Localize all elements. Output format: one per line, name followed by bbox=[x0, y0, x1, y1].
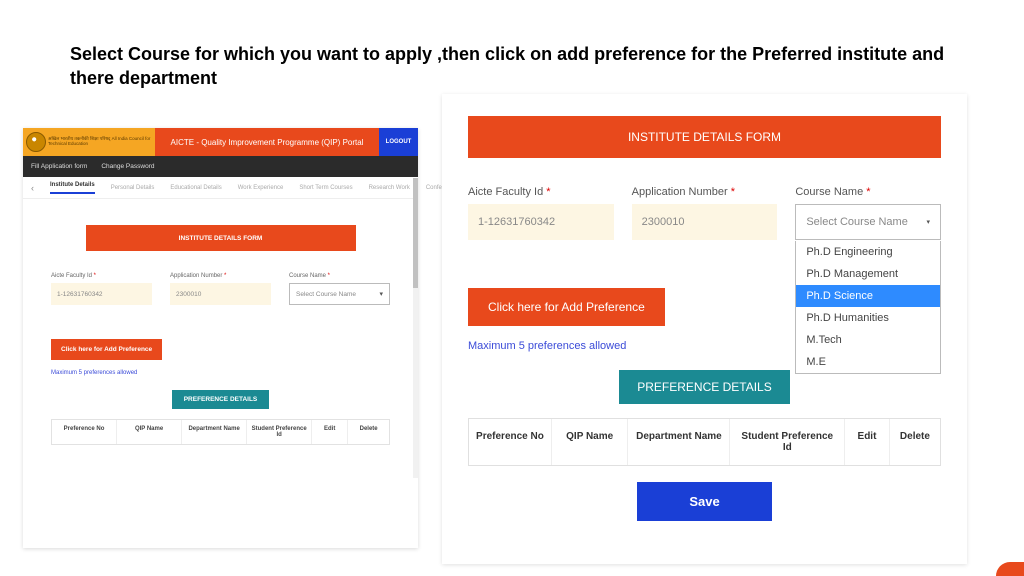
th-student-pref-id: Student Preference Id bbox=[247, 420, 312, 444]
nav-change-password[interactable]: Change Password bbox=[101, 163, 154, 170]
th-preference-no: Preference No bbox=[469, 419, 552, 465]
preference-details-button[interactable]: PREFERENCE DETAILS bbox=[619, 370, 789, 404]
aicte-logo-icon bbox=[26, 132, 46, 152]
faculty-id-label: Aicte Faculty Id * bbox=[468, 186, 614, 198]
save-button[interactable]: Save bbox=[637, 482, 771, 521]
course-select-placeholder: Select Course Name bbox=[806, 216, 908, 228]
preference-table-header: Preference No QIP Name Department Name S… bbox=[468, 418, 941, 466]
form-header: INSTITUTE DETAILS FORM bbox=[468, 116, 941, 158]
course-option[interactable]: Ph.D Engineering bbox=[796, 241, 940, 263]
appno-field: Application Number * 2300010 bbox=[632, 186, 778, 240]
left-screenshot-panel: अखिल भारतीय तकनीकी शिक्षा परिषद् All Ind… bbox=[23, 128, 418, 548]
faculty-id-label: Aicte Faculty Id bbox=[51, 273, 152, 279]
course-option[interactable]: M.E bbox=[796, 351, 940, 373]
th-preference-no: Preference No bbox=[52, 420, 117, 444]
chevron-down-icon: ▾ bbox=[379, 290, 383, 298]
tabs-row: ‹ Institute Details Personal Details Edu… bbox=[23, 177, 418, 199]
appno-input[interactable]: 2300010 bbox=[632, 204, 778, 240]
portal-title: AICTE - Quality Improvement Programme (Q… bbox=[155, 128, 379, 156]
faculty-id-field: Aicte Faculty Id * 1-12631760342 bbox=[468, 186, 614, 240]
th-delete: Delete bbox=[348, 420, 389, 444]
form-row: Aicte Faculty Id * 1-12631760342 Applica… bbox=[468, 186, 941, 240]
scrollbar[interactable] bbox=[413, 178, 418, 478]
th-department-name: Department Name bbox=[628, 419, 730, 465]
th-edit: Edit bbox=[845, 419, 890, 465]
appno-label: Application Number * bbox=[632, 186, 778, 198]
course-field: Course Name Select Course Name ▾ bbox=[289, 273, 390, 305]
tab-research-work[interactable]: Research Work bbox=[369, 185, 410, 191]
appno-label: Application Number bbox=[170, 273, 271, 279]
add-preference-button[interactable]: Click here for Add Preference bbox=[51, 339, 162, 360]
th-student-pref-id: Student Preference Id bbox=[730, 419, 845, 465]
chevron-down-icon: ▾ bbox=[927, 218, 931, 226]
course-option[interactable]: Ph.D Humanities bbox=[796, 307, 940, 329]
course-dropdown-list: Ph.D Engineering Ph.D Management Ph.D Sc… bbox=[795, 241, 941, 374]
course-field: Course Name * Select Course Name ▾ Ph.D … bbox=[795, 186, 941, 240]
corner-decoration bbox=[996, 562, 1024, 576]
chevron-left-icon[interactable]: ‹ bbox=[31, 183, 34, 193]
logo-strip: अखिल भारतीय तकनीकी शिक्षा परिषद् All Ind… bbox=[23, 128, 155, 156]
appno-field: Application Number 2300010 bbox=[170, 273, 271, 305]
th-qip-name: QIP Name bbox=[552, 419, 629, 465]
th-department-name: Department Name bbox=[182, 420, 247, 444]
course-label: Course Name * bbox=[795, 186, 941, 198]
top-bar: अखिल भारतीय तकनीकी शिक्षा परिषद् All Ind… bbox=[23, 128, 418, 156]
course-select-placeholder: Select Course Name bbox=[296, 291, 356, 298]
course-select[interactable]: Select Course Name ▾ bbox=[289, 283, 390, 305]
faculty-id-input[interactable]: 1-12631760342 bbox=[468, 204, 614, 240]
nav-fill-application[interactable]: Fill Application form bbox=[31, 163, 87, 170]
course-option-selected[interactable]: Ph.D Science bbox=[796, 285, 940, 307]
course-option[interactable]: M.Tech bbox=[796, 329, 940, 351]
right-zoom-panel: INSTITUTE DETAILS FORM Aicte Faculty Id … bbox=[442, 94, 967, 564]
left-form-body: INSTITUTE DETAILS FORM Aicte Faculty Id … bbox=[23, 199, 418, 549]
tab-short-term-courses[interactable]: Short Term Courses bbox=[299, 185, 352, 191]
page-heading: Select Course for which you want to appl… bbox=[70, 42, 950, 91]
form-header: INSTITUTE DETAILS FORM bbox=[86, 225, 356, 251]
add-preference-button[interactable]: Click here for Add Preference bbox=[468, 288, 665, 326]
course-option[interactable]: Ph.D Management bbox=[796, 263, 940, 285]
tab-educational-details[interactable]: Educational Details bbox=[170, 185, 221, 191]
faculty-id-field: Aicte Faculty Id 1-12631760342 bbox=[51, 273, 152, 305]
tab-work-experience[interactable]: Work Experience bbox=[238, 185, 284, 191]
course-label: Course Name bbox=[289, 273, 390, 279]
form-row: Aicte Faculty Id 1-12631760342 Applicati… bbox=[51, 273, 390, 305]
logo-text: अखिल भारतीय तकनीकी शिक्षा परिषद् All Ind… bbox=[48, 137, 152, 147]
th-edit: Edit bbox=[312, 420, 348, 444]
course-select[interactable]: Select Course Name ▾ bbox=[795, 204, 941, 240]
faculty-id-input[interactable]: 1-12631760342 bbox=[51, 283, 152, 305]
preference-details-button[interactable]: PREFERENCE DETAILS bbox=[172, 390, 270, 409]
th-qip-name: QIP Name bbox=[117, 420, 182, 444]
tab-personal-details[interactable]: Personal Details bbox=[111, 185, 155, 191]
th-delete: Delete bbox=[890, 419, 940, 465]
preference-table-header: Preference No QIP Name Department Name S… bbox=[51, 419, 390, 445]
tab-institute-details[interactable]: Institute Details bbox=[50, 182, 95, 194]
navbar: Fill Application form Change Password bbox=[23, 156, 418, 177]
appno-input[interactable]: 2300010 bbox=[170, 283, 271, 305]
logout-button[interactable]: LOGOUT bbox=[379, 128, 418, 156]
